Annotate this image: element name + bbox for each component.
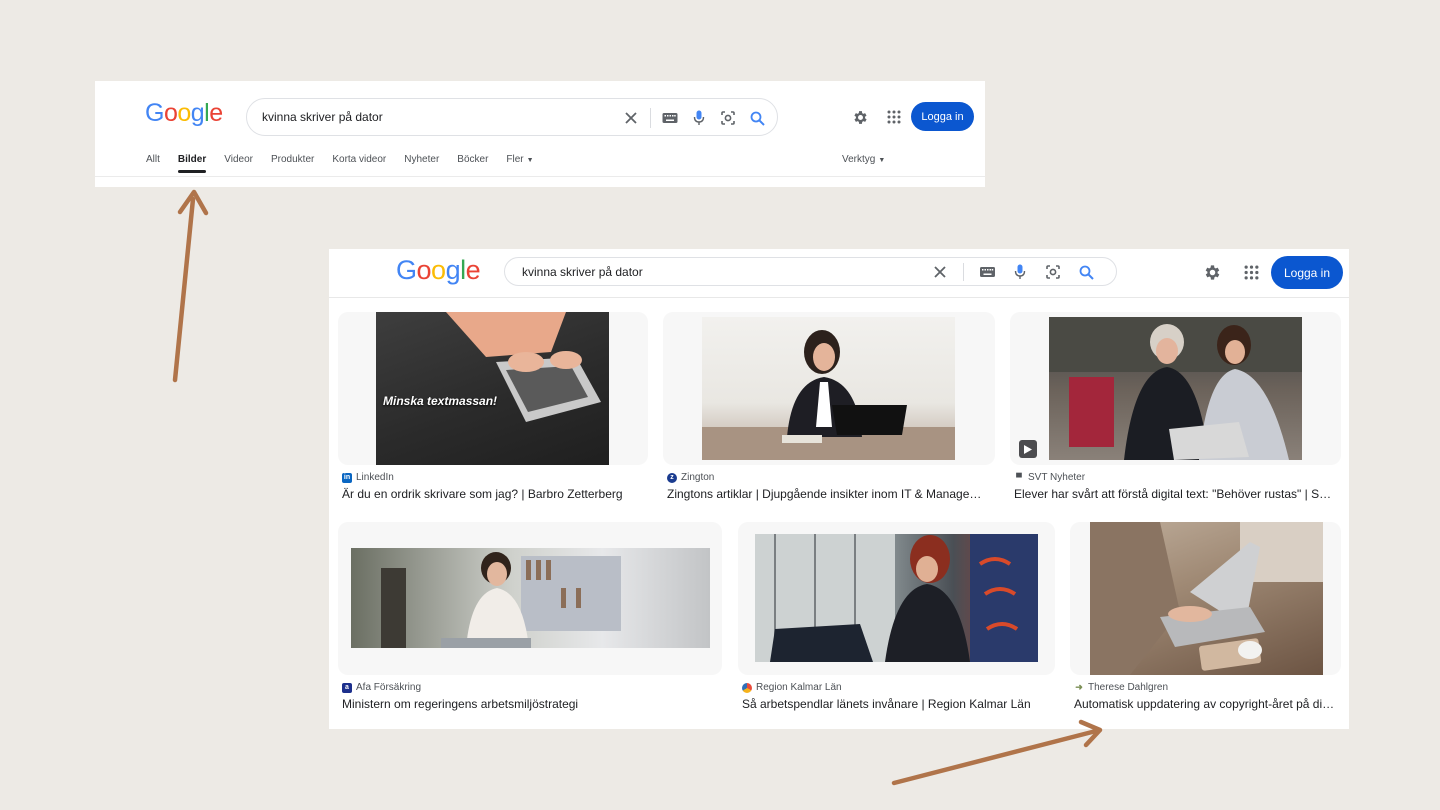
image-result-card[interactable]: ▀ SVT Nyheter Elever har svårt att först… <box>1010 312 1341 512</box>
header-divider <box>95 176 985 177</box>
arrow-up-to-bilder-tab <box>172 189 209 383</box>
arrow-to-therese-dahlgren-result <box>891 719 1103 786</box>
keyboard-icon[interactable] <box>977 262 997 282</box>
image-result-card[interactable]: ➜ Therese Dahlgren Automatisk uppdaterin… <box>1070 522 1341 722</box>
result-source: ➜ Therese Dahlgren <box>1074 682 1169 693</box>
result-title[interactable]: Elever har svårt att förstå digital text… <box>1014 487 1337 501</box>
zington-icon: z <box>667 472 677 483</box>
google-lens-icon[interactable] <box>1043 262 1063 282</box>
search-header-screenshot: Google kvinna skriver på dator Logga in … <box>95 81 985 187</box>
search-icon[interactable] <box>747 108 767 128</box>
chevron-down-icon: ▼ <box>878 157 886 164</box>
image-result-card[interactable]: Minska textmassan! in LinkedIn Är du en … <box>338 312 648 512</box>
settings-gear-icon[interactable] <box>1201 261 1223 283</box>
linkedin-icon: in <box>342 472 352 483</box>
search-input[interactable]: kvinna skriver på dator <box>262 110 383 124</box>
play-icon[interactable] <box>1019 440 1037 458</box>
result-image[interactable] <box>1049 317 1302 460</box>
image-thumbnail-frame <box>738 522 1055 675</box>
tab-videor[interactable]: Videor <box>224 154 253 176</box>
result-source: a Afa Försäkring <box>342 682 421 693</box>
image-result-card[interactable]: a Afa Försäkring Ministern om regeringen… <box>338 522 722 722</box>
image-overlay-text: Minska textmassan! <box>383 394 498 408</box>
result-title[interactable]: Automatisk uppdatering av copyright-året… <box>1074 697 1337 711</box>
result-source: in LinkedIn <box>342 472 394 483</box>
afa-icon: a <box>342 682 352 693</box>
search-box[interactable]: kvinna skriver på dator <box>246 98 778 136</box>
image-thumbnail-frame <box>1070 522 1341 675</box>
result-image[interactable] <box>702 317 955 460</box>
tab-bilder[interactable]: Bilder <box>177 154 207 176</box>
tab-allt[interactable]: Allt <box>146 154 160 176</box>
result-source: Region Kalmar Län <box>742 682 842 693</box>
image-thumbnail-frame: Minska textmassan! <box>338 312 648 465</box>
search-divider <box>963 263 964 281</box>
settings-gear-icon[interactable] <box>850 107 870 127</box>
clear-icon[interactable] <box>621 108 641 128</box>
tab-fler[interactable]: Fler ▼ <box>506 154 533 176</box>
result-source: ▀ SVT Nyheter <box>1014 472 1085 483</box>
result-image[interactable] <box>1090 522 1323 675</box>
login-button[interactable]: Logga in <box>1271 256 1343 289</box>
microphone-icon[interactable] <box>1010 262 1030 282</box>
result-image[interactable]: Minska textmassan! <box>376 312 609 465</box>
apps-grid-icon[interactable] <box>884 107 904 127</box>
tab-produkter[interactable]: Produkter <box>271 154 314 176</box>
apps-grid-icon[interactable] <box>1240 261 1262 283</box>
result-title[interactable]: Är du en ordrik skrivare som jag? | Barb… <box>342 487 642 501</box>
result-image[interactable] <box>755 534 1038 662</box>
image-result-card[interactable]: z Zington Zingtons artiklar | Djupgående… <box>663 312 995 512</box>
result-title[interactable]: Zingtons artiklar | Djupgående insikter … <box>667 487 989 501</box>
result-image[interactable] <box>351 548 710 648</box>
search-input[interactable]: kvinna skriver på dator <box>522 265 643 279</box>
image-thumbnail-frame <box>1010 312 1341 465</box>
search-tabs: Allt Bilder Videor Produkter Korta video… <box>146 154 552 176</box>
keyboard-icon[interactable] <box>660 108 680 128</box>
image-results-screenshot: Google kvinna skriver på dator Logga in … <box>329 249 1349 729</box>
tab-nyheter[interactable]: Nyheter <box>404 154 439 176</box>
microphone-icon[interactable] <box>689 108 709 128</box>
login-button[interactable]: Logga in <box>911 102 974 131</box>
google-logo[interactable]: Google <box>396 255 481 286</box>
image-result-card[interactable]: Region Kalmar Län Så arbetspendlar länet… <box>738 522 1055 722</box>
image-thumbnail-frame <box>338 522 722 675</box>
search-icon[interactable] <box>1076 262 1096 282</box>
tab-bocker[interactable]: Böcker <box>457 154 488 176</box>
tools-menu[interactable]: Verktyg ▼ <box>842 154 885 165</box>
result-title[interactable]: Ministern om regeringens arbetsmiljöstra… <box>342 697 718 711</box>
clear-icon[interactable] <box>930 262 950 282</box>
result-source: z Zington <box>667 472 714 483</box>
region-kalmar-icon <box>742 682 752 693</box>
search-divider <box>650 108 651 128</box>
therese-dahlgren-icon: ➜ <box>1074 682 1084 693</box>
svt-icon: ▀ <box>1014 472 1024 483</box>
image-thumbnail-frame <box>663 312 995 465</box>
google-logo[interactable]: Google <box>145 99 223 128</box>
chevron-down-icon: ▼ <box>526 157 534 164</box>
search-box[interactable]: kvinna skriver på dator <box>504 257 1117 286</box>
google-lens-icon[interactable] <box>718 108 738 128</box>
results-header: Google kvinna skriver på dator Logga in <box>329 249 1349 298</box>
result-title[interactable]: Så arbetspendlar länets invånare | Regio… <box>742 697 1051 711</box>
tab-korta-videor[interactable]: Korta videor <box>332 154 386 176</box>
